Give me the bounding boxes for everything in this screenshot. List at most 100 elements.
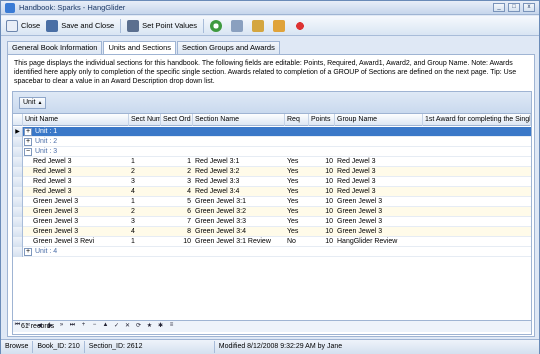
group-label: Unit : 3 <box>35 148 58 155</box>
cell-points[interactable]: 10 <box>309 197 333 207</box>
sort-arrow-icon: ▲ <box>37 100 43 106</box>
cell-required[interactable]: Yes <box>285 207 309 217</box>
cell-points[interactable]: 10 <box>309 237 333 247</box>
cell-required[interactable]: Yes <box>285 227 309 237</box>
first-record-icon[interactable]: ⏮ <box>12 322 23 329</box>
close-button[interactable]: Close <box>3 17 43 35</box>
cell-required[interactable]: Yes <box>285 167 309 177</box>
col-points[interactable]: Points <box>309 114 335 126</box>
cell-required[interactable]: No <box>285 237 309 247</box>
save-close-button[interactable]: Save and Close <box>43 17 117 35</box>
table-row[interactable]: Green Jewel 3 Revi 1 10 Green Jewel 3:1 … <box>13 237 531 247</box>
cell-points[interactable]: 10 <box>309 177 333 187</box>
row-header <box>13 167 23 177</box>
table-row[interactable]: Green Jewel 3 1 5 Green Jewel 3:1 Yes 10… <box>13 197 531 207</box>
cell-required[interactable]: Yes <box>285 157 309 167</box>
cell-group-name[interactable]: Red Jewel 3 <box>335 167 423 177</box>
cell-sect-num: 3 <box>131 218 135 225</box>
cell-group-name[interactable]: Green Jewel 3 <box>335 197 423 207</box>
record-navigator: ⏮ « ◀ ▶ » ⏭ + − ▲ ✓ ✕ ⟳ ★ ✱ ≡ <box>12 319 192 331</box>
cancel-edit-icon[interactable]: ✕ <box>122 322 133 329</box>
group-by-unit-chip[interactable]: Unit ▲ <box>19 97 47 109</box>
cell-group-name[interactable]: Red Jewel 3 <box>335 157 423 167</box>
set-point-label: Set Point Values <box>142 21 198 30</box>
cell-sect-num: 3 <box>131 178 135 185</box>
collapse-icon[interactable]: − <box>24 148 32 156</box>
col-required[interactable]: Req <box>285 114 309 126</box>
cell-points[interactable]: 10 <box>309 227 333 237</box>
edit-record-icon[interactable]: ▲ <box>100 322 111 328</box>
post-edit-icon[interactable]: ✓ <box>111 322 122 329</box>
group-row-unit-2[interactable]: + Unit : 2 <box>13 137 531 147</box>
goto-bookmark-icon[interactable]: ✱ <box>155 322 166 329</box>
report-button[interactable] <box>270 17 291 35</box>
table-row[interactable]: Red Jewel 3 4 4 Red Jewel 3:4 Yes 10 Red… <box>13 187 531 197</box>
bookmark-icon[interactable]: ★ <box>144 322 155 329</box>
cell-points[interactable]: 10 <box>309 167 333 177</box>
row-header <box>13 237 23 247</box>
tab-section-groups-and-awards[interactable]: Section Groups and Awards <box>177 41 280 54</box>
cell-points[interactable]: 10 <box>309 217 333 227</box>
toolbar-separator <box>120 18 122 33</box>
col-sect-num[interactable]: Sect Num <box>129 114 161 126</box>
table-row[interactable]: Green Jewel 3 2 6 Green Jewel 3:2 Yes 10… <box>13 207 531 217</box>
tab-general-book-information[interactable]: General Book Information <box>7 41 103 54</box>
add-record-icon[interactable]: + <box>78 322 89 328</box>
group-row-unit-3[interactable]: − Unit : 3 <box>13 147 531 157</box>
refresh-button[interactable] <box>207 17 228 35</box>
table-row[interactable]: Red Jewel 3 3 3 Red Jewel 3:3 Yes 10 Red… <box>13 177 531 187</box>
copy-button[interactable] <box>249 17 270 35</box>
col-unit-name[interactable]: Unit Name <box>23 114 129 126</box>
sections-grid: Unit ▲ Unit Name Sect Num Sect Ord Sectio… <box>12 91 532 335</box>
cell-group-name[interactable]: Red Jewel 3 <box>335 177 423 187</box>
cell-required[interactable]: Yes <box>285 197 309 207</box>
cell-group-name[interactable]: Green Jewel 3 <box>335 207 423 217</box>
minimize-button[interactable]: _ <box>493 3 505 12</box>
maximize-button[interactable]: □ <box>508 3 520 12</box>
group-row-unit-4[interactable]: + Unit : 4 <box>13 247 531 257</box>
cell-group-name[interactable]: HangGlider Review <box>335 237 423 247</box>
calculator-icon <box>127 19 140 32</box>
col-group-name[interactable]: Group Name <box>335 114 423 126</box>
expand-icon[interactable]: + <box>24 138 32 146</box>
table-row[interactable]: Green Jewel 3 4 8 Green Jewel 3:4 Yes 10… <box>13 227 531 237</box>
pin-button[interactable] <box>291 17 312 35</box>
cell-sect-ord: 10 <box>183 238 191 245</box>
cell-sect-num: 1 <box>131 238 135 245</box>
refresh-icon <box>210 19 223 32</box>
cell-points[interactable]: 10 <box>309 207 333 217</box>
tab-units-and-sections[interactable]: Units and Sections <box>103 41 177 55</box>
table-row[interactable]: Green Jewel 3 3 7 Green Jewel 3:3 Yes 10… <box>13 217 531 227</box>
cell-points[interactable]: 10 <box>309 157 333 167</box>
cell-group-name[interactable]: Green Jewel 3 <box>335 227 423 237</box>
cell-section-name: Green Jewel 3:1 <box>195 198 246 205</box>
set-point-values-button[interactable]: Set Point Values <box>124 17 200 35</box>
last-record-icon[interactable]: ⏭ <box>67 322 78 329</box>
expand-icon[interactable]: + <box>24 128 32 136</box>
prev-page-icon[interactable]: « <box>23 322 34 328</box>
cell-required[interactable]: Yes <box>285 177 309 187</box>
cell-sect-ord: 3 <box>187 178 191 185</box>
prev-record-icon[interactable]: ◀ <box>34 322 45 329</box>
title-bar: Handbook: Sparks - HangGlider _ □ x <box>1 1 539 15</box>
close-window-button[interactable]: x <box>523 3 535 12</box>
cell-points[interactable]: 10 <box>309 187 333 197</box>
col-sect-ord[interactable]: Sect Ord <box>161 114 193 126</box>
expand-icon[interactable]: + <box>24 248 32 256</box>
table-row[interactable]: Red Jewel 3 1 1 Red Jewel 3:1 Yes 10 Red… <box>13 157 531 167</box>
cell-required[interactable]: Yes <box>285 217 309 227</box>
cell-required[interactable]: Yes <box>285 187 309 197</box>
cell-group-name[interactable]: Green Jewel 3 <box>335 217 423 227</box>
toolbar-separator <box>203 18 205 33</box>
refresh-nav-icon[interactable]: ⟳ <box>133 322 144 329</box>
col-first-award[interactable]: 1st Award for completing the Single Sect… <box>423 114 531 126</box>
group-row-unit-1[interactable]: ▶ + Unit : 1 <box>13 127 531 137</box>
delete-record-icon[interactable]: − <box>89 322 100 328</box>
cell-group-name[interactable]: Red Jewel 3 <box>335 187 423 197</box>
print-button[interactable] <box>228 17 249 35</box>
filter-icon[interactable]: ≡ <box>166 322 177 328</box>
next-page-icon[interactable]: » <box>56 322 67 328</box>
col-section-name[interactable]: Section Name <box>193 114 285 126</box>
next-record-icon[interactable]: ▶ <box>45 322 56 329</box>
table-row[interactable]: Red Jewel 3 2 2 Red Jewel 3:2 Yes 10 Red… <box>13 167 531 177</box>
